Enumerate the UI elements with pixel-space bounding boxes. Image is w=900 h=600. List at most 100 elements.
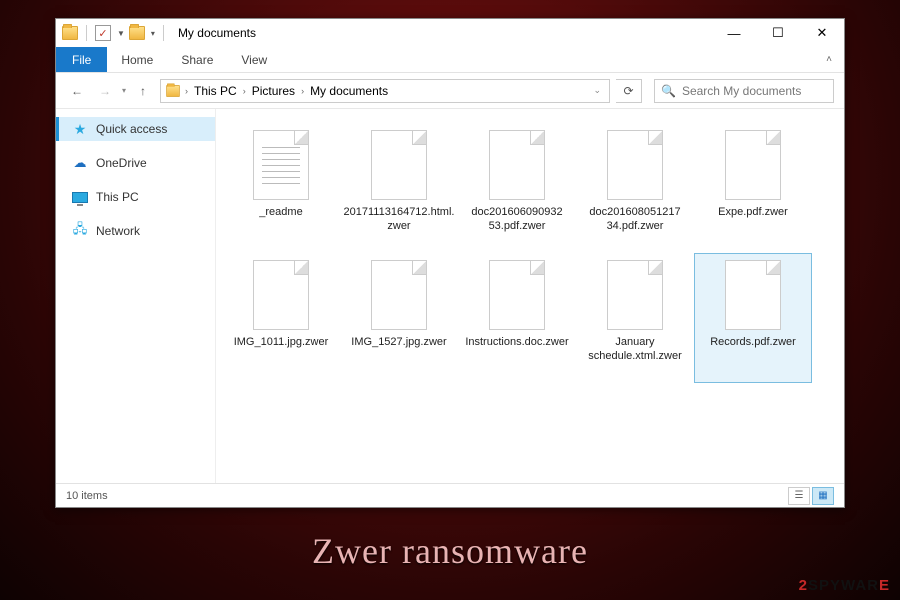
file-item[interactable]: January schedule.xtml.zwer bbox=[576, 253, 694, 383]
sidebar-item-quick-access[interactable]: ★ Quick access bbox=[56, 117, 215, 141]
page-fold-icon bbox=[530, 131, 544, 145]
page-fold-icon bbox=[294, 131, 308, 145]
sidebar-item-this-pc[interactable]: This PC bbox=[56, 185, 215, 209]
file-item[interactable]: IMG_1527.jpg.zwer bbox=[340, 253, 458, 383]
refresh-button[interactable]: ⟳ bbox=[616, 79, 642, 103]
ribbon-expand-icon[interactable]: ˄ bbox=[814, 47, 844, 72]
file-label: Instructions.doc.zwer bbox=[465, 336, 568, 350]
history-dropdown-icon[interactable]: ▾ bbox=[122, 86, 126, 95]
file-view[interactable]: _readme 20171113164712.html.zwerdoc201606… bbox=[216, 109, 844, 483]
cloud-icon: ☁ bbox=[72, 155, 88, 171]
view-mode-buttons: ☰ ▦ bbox=[788, 487, 834, 505]
page-fold-icon bbox=[766, 131, 780, 145]
sidebar-item-label: Quick access bbox=[96, 122, 167, 136]
page-fold-icon bbox=[530, 261, 544, 275]
file-item[interactable]: 20171113164712.html.zwer bbox=[340, 123, 458, 253]
file-label: doc201606090932 53.pdf.zwer bbox=[461, 206, 573, 234]
ribbon-tabs: File Home Share View ˄ bbox=[56, 47, 844, 73]
file-label: doc201608051217 34.pdf.zwer bbox=[579, 206, 691, 234]
monitor-icon bbox=[72, 189, 88, 205]
separator bbox=[86, 25, 87, 41]
file-item[interactable]: Records.pdf.zwer bbox=[694, 253, 812, 383]
watermark-part: 2 bbox=[799, 577, 808, 594]
file-item[interactable]: doc201608051217 34.pdf.zwer bbox=[576, 123, 694, 253]
page-fold-icon bbox=[294, 261, 308, 275]
new-folder-icon[interactable] bbox=[129, 26, 145, 40]
file-label: IMG_1011.jpg.zwer bbox=[234, 336, 329, 350]
qat-dropdown-icon[interactable]: ▼ bbox=[117, 29, 125, 38]
watermark-part: SPYWAR bbox=[808, 577, 879, 594]
address-dropdown-icon[interactable]: ⌄ bbox=[593, 85, 605, 96]
navigation-bar: ← → ▾ ↑ › This PC › Pictures › My docume… bbox=[56, 73, 844, 109]
chevron-right-icon[interactable]: › bbox=[301, 86, 304, 96]
watermark: 2SPYWARE bbox=[799, 577, 890, 594]
properties-toggle[interactable]: ✓ bbox=[95, 25, 111, 41]
page-fold-icon bbox=[412, 131, 426, 145]
details-view-button[interactable]: ☰ bbox=[788, 487, 810, 505]
up-button[interactable]: ↑ bbox=[132, 80, 154, 102]
caption-text: Zwer ransomware bbox=[0, 530, 900, 572]
status-bar: 10 items ☰ ▦ bbox=[56, 483, 844, 507]
sidebar-item-label: This PC bbox=[96, 190, 139, 204]
file-label: _readme bbox=[259, 206, 302, 220]
sidebar-item-network[interactable]: 🖧 Network bbox=[56, 219, 215, 243]
blank-file-icon bbox=[607, 130, 663, 200]
qat-caret-icon[interactable]: ▾ bbox=[151, 29, 155, 38]
tab-view[interactable]: View bbox=[227, 47, 281, 72]
tab-home[interactable]: Home bbox=[107, 47, 167, 72]
file-label: IMG_1527.jpg.zwer bbox=[351, 336, 446, 350]
search-placeholder: Search My documents bbox=[682, 84, 801, 98]
file-label: January schedule.xtml.zwer bbox=[579, 336, 691, 364]
quick-access-toolbar: ✓ ▼ ▾ bbox=[62, 25, 168, 41]
window-title: My documents bbox=[178, 26, 256, 40]
blank-file-icon bbox=[489, 260, 545, 330]
file-label: Records.pdf.zwer bbox=[710, 336, 796, 350]
page-fold-icon bbox=[648, 131, 662, 145]
file-tab[interactable]: File bbox=[56, 47, 107, 72]
blank-file-icon bbox=[253, 260, 309, 330]
navigation-pane: ★ Quick access ☁ OneDrive This PC 🖧 Netw… bbox=[56, 109, 216, 483]
maximize-button[interactable]: ☐ bbox=[756, 19, 800, 47]
file-item[interactable]: Instructions.doc.zwer bbox=[458, 253, 576, 383]
tab-share[interactable]: Share bbox=[167, 47, 227, 72]
breadcrumb-item[interactable]: My documents bbox=[308, 84, 390, 98]
file-grid: _readme 20171113164712.html.zwerdoc201606… bbox=[222, 123, 838, 383]
file-item[interactable]: _readme bbox=[222, 123, 340, 253]
explorer-window: ✓ ▼ ▾ My documents — ☐ ✕ File Home Share… bbox=[55, 18, 845, 508]
sidebar-item-label: OneDrive bbox=[96, 156, 147, 170]
close-button[interactable]: ✕ bbox=[800, 19, 844, 47]
separator bbox=[163, 25, 164, 41]
file-label: Expe.pdf.zwer bbox=[718, 206, 788, 220]
star-icon: ★ bbox=[72, 121, 88, 137]
breadcrumb-item[interactable]: This PC bbox=[192, 84, 239, 98]
breadcrumb-item[interactable]: Pictures bbox=[250, 84, 297, 98]
file-item[interactable]: Expe.pdf.zwer bbox=[694, 123, 812, 253]
watermark-part: E bbox=[879, 577, 890, 594]
forward-button[interactable]: → bbox=[94, 80, 116, 102]
blank-file-icon bbox=[725, 260, 781, 330]
window-controls: — ☐ ✕ bbox=[712, 19, 844, 47]
sidebar-item-label: Network bbox=[96, 224, 140, 238]
blank-file-icon bbox=[607, 260, 663, 330]
back-button[interactable]: ← bbox=[66, 80, 88, 102]
page-fold-icon bbox=[412, 261, 426, 275]
title-bar: ✓ ▼ ▾ My documents — ☐ ✕ bbox=[56, 19, 844, 47]
file-item[interactable]: doc201606090932 53.pdf.zwer bbox=[458, 123, 576, 253]
folder-icon bbox=[62, 26, 78, 40]
minimize-button[interactable]: — bbox=[712, 19, 756, 47]
file-item[interactable]: IMG_1011.jpg.zwer bbox=[222, 253, 340, 383]
file-label: 20171113164712.html.zwer bbox=[343, 206, 455, 234]
blank-file-icon bbox=[371, 260, 427, 330]
explorer-body: ★ Quick access ☁ OneDrive This PC 🖧 Netw… bbox=[56, 109, 844, 483]
text-file-icon bbox=[253, 130, 309, 200]
icons-view-button[interactable]: ▦ bbox=[812, 487, 834, 505]
search-input[interactable]: 🔍 Search My documents bbox=[654, 79, 834, 103]
search-icon: 🔍 bbox=[661, 84, 676, 98]
chevron-right-icon[interactable]: › bbox=[243, 86, 246, 96]
blank-file-icon bbox=[489, 130, 545, 200]
folder-icon bbox=[166, 85, 180, 97]
sidebar-item-onedrive[interactable]: ☁ OneDrive bbox=[56, 151, 215, 175]
blank-file-icon bbox=[371, 130, 427, 200]
chevron-right-icon[interactable]: › bbox=[185, 86, 188, 96]
address-bar[interactable]: › This PC › Pictures › My documents ⌄ bbox=[160, 79, 610, 103]
